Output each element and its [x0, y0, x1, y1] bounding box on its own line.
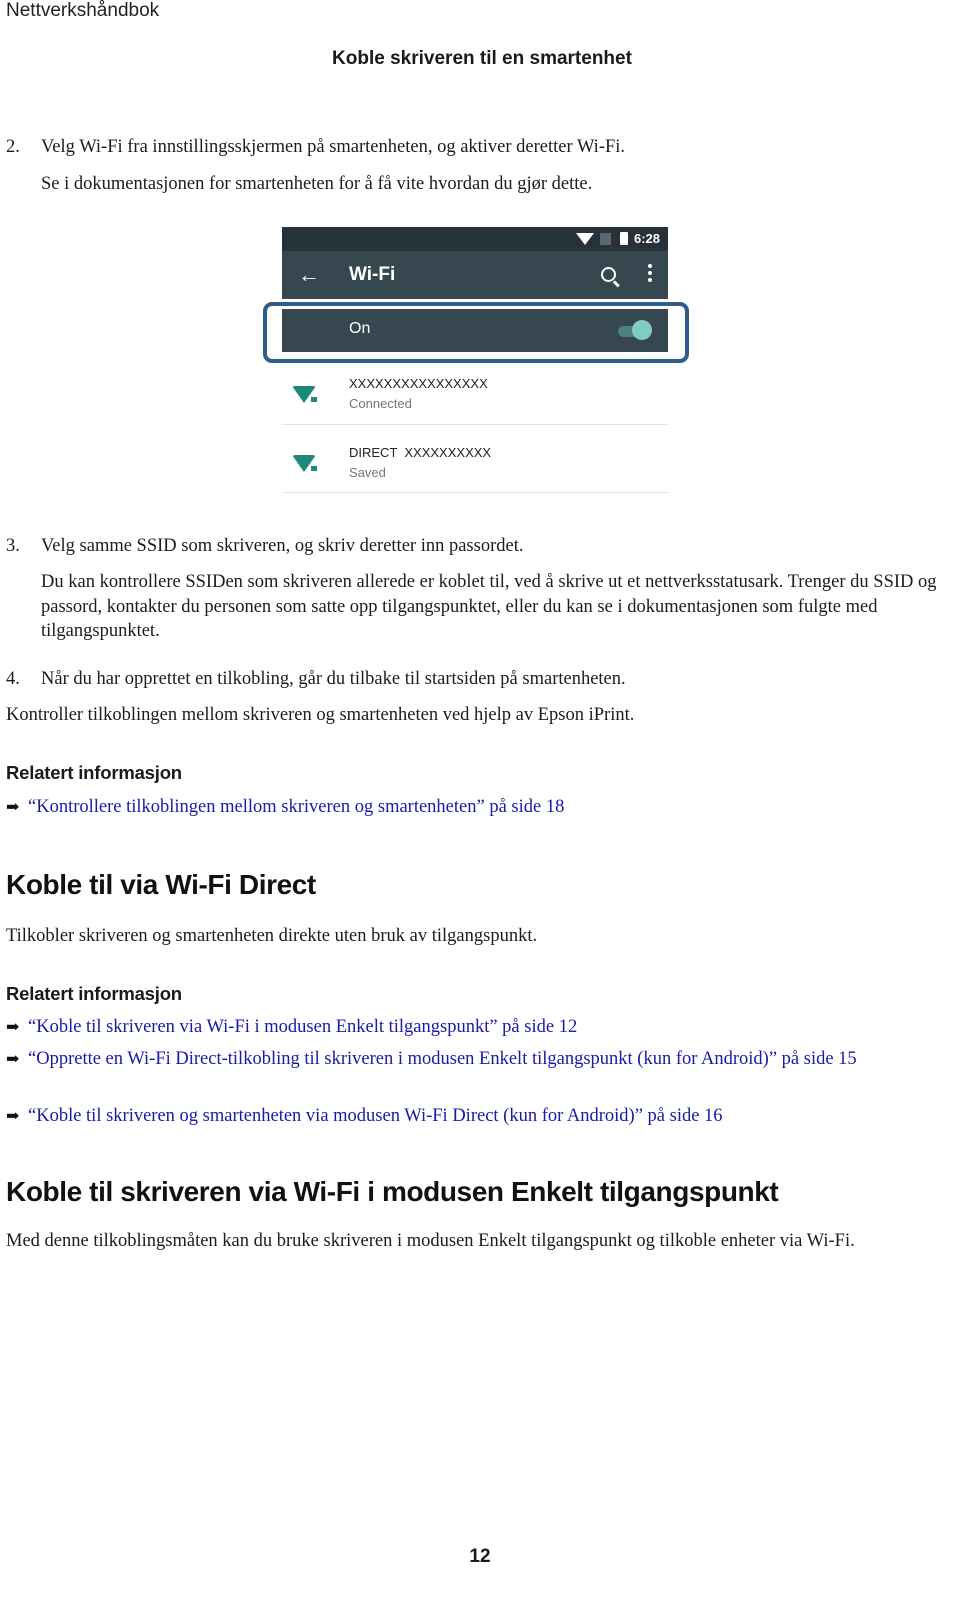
related-info-heading: Relatert informasjon	[6, 762, 182, 783]
running-head: Nettverkshåndbok	[6, 0, 160, 21]
wifi-signal-icon	[576, 233, 594, 245]
after-steps-text: Kontroller tilkoblingen mellom skriveren…	[6, 705, 635, 725]
search-icon[interactable]	[601, 267, 616, 282]
battery-icon	[620, 232, 628, 245]
chapter-title: Koble skriveren til en smartenhet	[332, 48, 632, 69]
no-sim-icon	[600, 233, 611, 245]
arrow-right-icon: ➡	[6, 1108, 20, 1125]
section-heading: Koble til via Wi-Fi Direct	[6, 869, 316, 900]
section-body: Med denne tilkoblingsmåten kan du bruke …	[6, 1231, 855, 1251]
app-toolbar: ← Wi-Fi	[282, 251, 668, 299]
lock-icon	[310, 465, 318, 472]
toolbar-title: Wi-Fi	[349, 264, 396, 285]
related-info-heading: Relatert informasjon	[6, 983, 182, 1004]
step-text: Velg samme SSID som skriveren, og skriv …	[41, 536, 524, 556]
link-text[interactable]: “Kontrollere tilkoblingen mellom skriver…	[28, 797, 564, 817]
lock-icon	[310, 396, 318, 403]
network-status: Saved	[349, 465, 386, 480]
more-vert-icon[interactable]	[648, 264, 652, 285]
link-text[interactable]: “Opprette en Wi-Fi Direct-tilkobling til…	[28, 1049, 857, 1069]
network-ssid: XXXXXXXXXXXXXXXX	[349, 376, 488, 391]
arrow-right-icon: ➡	[6, 1051, 20, 1068]
arrow-right-icon: ➡	[6, 1019, 20, 1036]
page-number: 12	[469, 1546, 491, 1567]
network-item[interactable]: XXXXXXXXXXXXXXXX Connected	[282, 362, 668, 430]
step-3-note: Du kan kontrollere SSIDen som skriveren …	[41, 572, 937, 641]
step-number: 4.	[6, 669, 20, 689]
network-ssid: DIRECT XXXXXXXXXX	[349, 445, 492, 460]
related-link[interactable]: ➡ “Opprette en Wi-Fi Direct-tilkobling ti…	[6, 1047, 896, 1072]
section-body: Tilkobler skriveren og smartenheten dire…	[6, 926, 538, 946]
network-item[interactable]: DIRECT XXXXXXXXXX Saved	[282, 431, 668, 499]
step-number: 3.	[6, 536, 20, 556]
section-heading: Koble til skriveren via Wi-Fi i modusen …	[6, 1176, 779, 1207]
related-link[interactable]: ➡ “Koble til skriveren via Wi-Fi i moduse…	[6, 1015, 942, 1040]
arrow-right-icon: ➡	[6, 799, 20, 816]
related-link[interactable]: ➡ “Koble til skriveren og smartenheten vi…	[6, 1104, 942, 1129]
divider	[282, 492, 668, 493]
network-status: Connected	[349, 396, 412, 411]
related-link[interactable]: ➡ “Kontrollere tilkoblingen mellom skrive…	[6, 795, 942, 820]
status-bar: 6:28	[282, 227, 668, 251]
step-number: 2.	[6, 137, 20, 157]
link-text[interactable]: “Koble til skriveren og smartenheten via…	[28, 1106, 723, 1126]
step-text: Når du har opprettet en tilkobling, går …	[41, 669, 626, 689]
link-text[interactable]: “Koble til skriveren via Wi-Fi i modusen…	[28, 1017, 577, 1037]
step-2-note: Se i dokumentasjonen for smartenheten fo…	[41, 174, 593, 194]
highlight-frame	[263, 302, 689, 363]
step-text: Velg Wi-Fi fra innstillingsskjermen på s…	[41, 137, 626, 157]
divider	[282, 424, 668, 425]
back-arrow-icon[interactable]: ←	[298, 262, 320, 288]
status-time: 6:28	[633, 231, 660, 246]
